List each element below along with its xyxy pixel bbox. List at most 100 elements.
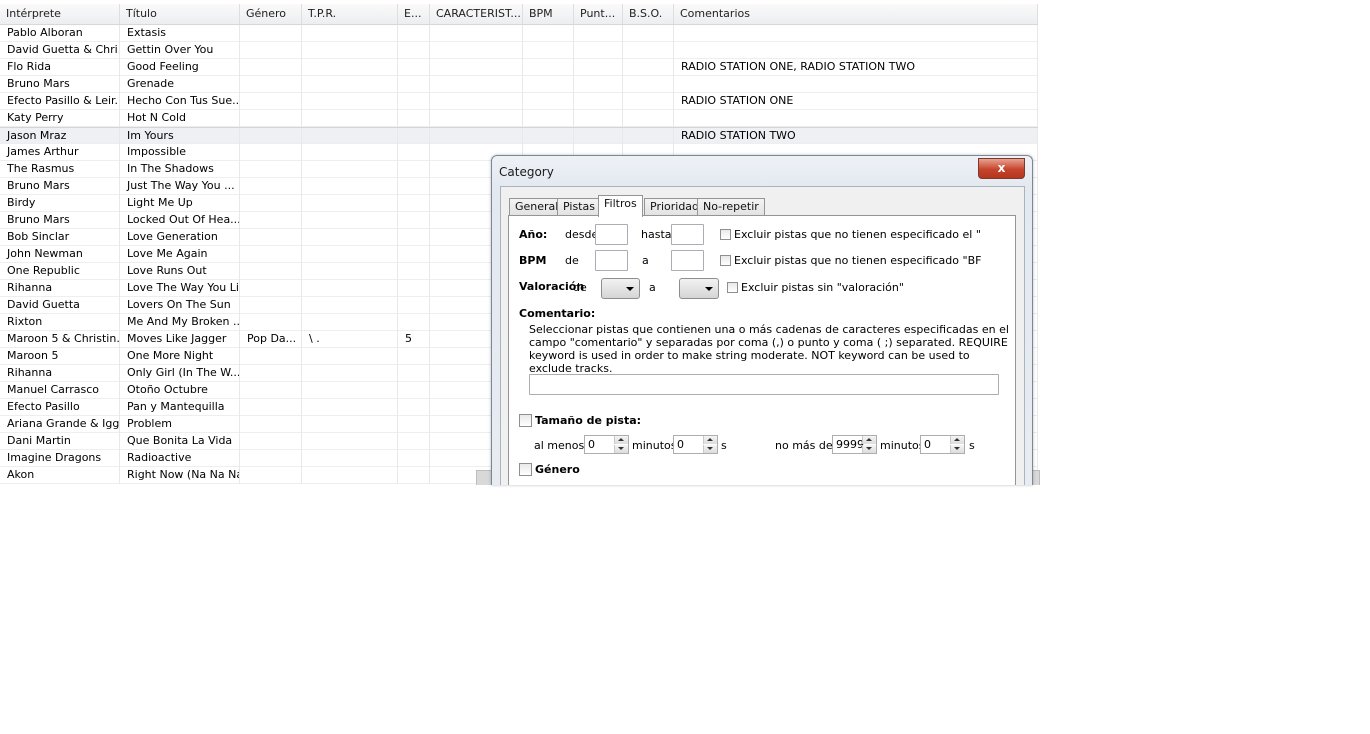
- column-header-genero[interactable]: Género: [240, 4, 302, 24]
- table-row[interactable]: Efecto Pasillo & Leir... Hecho Con Tus Su…: [0, 93, 1038, 110]
- cell-comentarios: [674, 76, 1038, 93]
- valoracion-to-select[interactable]: [679, 278, 719, 299]
- max-seconds-spinner[interactable]: 0: [920, 435, 965, 454]
- tamano-checkbox[interactable]: [519, 414, 532, 427]
- cell-tpr: [302, 25, 398, 42]
- ano-exclude-checkbox[interactable]: [720, 229, 731, 240]
- cell-e: [398, 314, 430, 331]
- cell-titulo: Me And My Broken ...: [120, 314, 240, 331]
- cell-titulo: Radioactive: [120, 450, 240, 467]
- cell-titulo: Love The Way You Lie: [120, 280, 240, 297]
- cell-e: [398, 246, 430, 263]
- tamano-label: Tamaño de pista:: [535, 414, 642, 427]
- bpm-exclude-label: Excluir pistas que no tienen especificad…: [734, 254, 982, 267]
- table-row[interactable]: Flo Rida Good Feeling RADIO STATION ONE, R…: [0, 59, 1038, 76]
- ano-to-input[interactable]: [671, 224, 704, 245]
- ano-from-input[interactable]: [595, 224, 628, 245]
- cell-tpr: \ .: [302, 331, 398, 348]
- valoracion-to-label: a: [649, 281, 656, 294]
- comentario-input[interactable]: [529, 374, 999, 395]
- cell-titulo: Lovers On The Sun: [120, 297, 240, 314]
- column-header-titulo[interactable]: Título: [120, 4, 240, 24]
- cell-interprete: One Republic: [0, 263, 120, 280]
- max-s-label: s: [969, 439, 975, 452]
- tab-pistas[interactable]: Pistas: [557, 198, 601, 216]
- bpm-to-label: a: [642, 254, 649, 267]
- bpm-from-input[interactable]: [595, 250, 628, 271]
- cell-e: [398, 195, 430, 212]
- cell-genero: [240, 110, 302, 127]
- bpm-to-input[interactable]: [671, 250, 704, 271]
- cell-caracteristicas: [430, 93, 523, 110]
- cell-puntuacion: [574, 59, 623, 76]
- ano-to-label: hasta: [641, 228, 672, 241]
- cell-e: [398, 59, 430, 76]
- cell-genero: [240, 399, 302, 416]
- cell-genero: Pop Da...: [240, 331, 302, 348]
- cell-titulo: Otoño Octubre: [120, 382, 240, 399]
- tab-filtros[interactable]: Filtros: [598, 195, 643, 217]
- table-row[interactable]: Pablo Alboran Extasis: [0, 25, 1038, 42]
- column-header-caracteristicas[interactable]: CARACTERIST...: [430, 4, 523, 24]
- column-header-puntuacion[interactable]: Punt...: [574, 4, 623, 24]
- cell-titulo: Love Generation: [120, 229, 240, 246]
- cell-bso: [623, 42, 674, 59]
- column-header-bso[interactable]: B.S.O.: [623, 4, 674, 24]
- cell-genero: [240, 246, 302, 263]
- cell-titulo: Extasis: [120, 25, 240, 42]
- cell-e: [398, 297, 430, 314]
- cell-titulo: Right Now (Na Na Na): [120, 467, 240, 484]
- table-row[interactable]: Jason Mraz Im Yours RADIO STATION TWO: [0, 127, 1038, 145]
- cell-puntuacion: [574, 93, 623, 110]
- min-minutes-spinner[interactable]: 0: [584, 435, 629, 454]
- tab-no-repetir[interactable]: No-repetir: [697, 198, 765, 216]
- cell-e: [398, 365, 430, 382]
- max-minutes-spinner[interactable]: 9999: [832, 435, 877, 454]
- ano-from-label: desde: [565, 228, 599, 241]
- table-row[interactable]: David Guetta & Chri... Gettin Over You: [0, 42, 1038, 59]
- cell-genero: [240, 93, 302, 110]
- valoracion-exclude-label: Excluir pistas sin "valoración": [741, 281, 904, 294]
- cell-tpr: [302, 365, 398, 382]
- min-seconds-spinner[interactable]: 0: [673, 435, 718, 454]
- cell-interprete: Bruno Mars: [0, 212, 120, 229]
- column-header-e[interactable]: E...: [398, 4, 430, 24]
- cell-genero: [240, 365, 302, 382]
- column-header-tpr[interactable]: T.P.R.: [302, 4, 398, 24]
- cell-e: [398, 263, 430, 280]
- tab-prioridad[interactable]: Prioridad: [644, 198, 706, 216]
- genero-checkbox[interactable]: [519, 463, 532, 476]
- valoracion-from-select[interactable]: [601, 278, 640, 299]
- cell-tpr: [302, 42, 398, 59]
- cell-genero: [240, 348, 302, 365]
- comentario-label: Comentario:: [519, 307, 596, 320]
- cell-tpr: [302, 297, 398, 314]
- cell-titulo: Im Yours: [120, 128, 240, 145]
- table-row[interactable]: Bruno Mars Grenade: [0, 76, 1038, 93]
- cell-titulo: Light Me Up: [120, 195, 240, 212]
- cell-tpr: [302, 128, 398, 145]
- cell-interprete: Bruno Mars: [0, 178, 120, 195]
- cell-e: [398, 76, 430, 93]
- cell-e: [398, 42, 430, 59]
- close-button[interactable]: x: [978, 158, 1025, 179]
- column-header-interprete[interactable]: Intérprete: [0, 4, 120, 24]
- cell-e: [398, 161, 430, 178]
- cell-e: [398, 433, 430, 450]
- cell-titulo: Hot N Cold: [120, 110, 240, 127]
- cell-comentarios: RADIO STATION ONE: [674, 93, 1038, 110]
- cell-e: [398, 382, 430, 399]
- cell-caracteristicas: [430, 25, 523, 42]
- column-header-bpm[interactable]: BPM: [523, 4, 574, 24]
- dialog-title: Category: [499, 165, 554, 179]
- cell-puntuacion: [574, 76, 623, 93]
- valoracion-exclude-checkbox[interactable]: [727, 282, 738, 293]
- cell-puntuacion: [574, 25, 623, 42]
- bpm-exclude-checkbox[interactable]: [720, 255, 731, 266]
- cell-interprete: Bruno Mars: [0, 76, 120, 93]
- cell-e: [398, 399, 430, 416]
- column-header-comentarios[interactable]: Comentarios: [674, 4, 1038, 24]
- no-mas-de-label: no más de: [775, 439, 833, 452]
- table-row[interactable]: Katy Perry Hot N Cold: [0, 110, 1038, 127]
- cell-titulo: Good Feeling: [120, 59, 240, 76]
